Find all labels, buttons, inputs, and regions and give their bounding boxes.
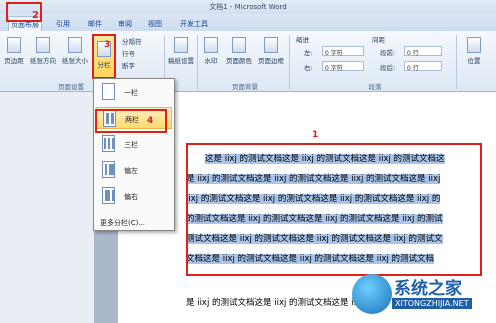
tab-view[interactable]: 视图 (148, 16, 162, 31)
ribbon: 页边距 纸张方向 纸张大小 分栏 3 分隔符 行号 断字 页面设置 稿纸设置 水… (0, 31, 496, 92)
ribbon-separator (456, 35, 457, 89)
columns-label: 分栏 (97, 61, 111, 69)
watermark-name: 系统之家 (394, 279, 462, 299)
indent-title: 缩进 (296, 36, 309, 44)
annotation-box-two-columns (95, 109, 167, 133)
columns-three-option[interactable]: 三栏 (96, 133, 172, 155)
hyphenation-button[interactable]: 断字 (122, 60, 135, 70)
position-label: 位置 (467, 57, 481, 65)
ribbon-tab-row: 页面布局 引用 邮件 审阅 视图 开发工具 (0, 14, 496, 31)
size-label: 纸张大小 (62, 57, 88, 65)
annotation-number-1: 1 (312, 130, 319, 140)
columns-one-option[interactable]: 一栏 (96, 81, 172, 103)
ribbon-separator (197, 35, 198, 89)
page-color-button[interactable]: 页面颜色 (224, 37, 254, 65)
size-icon (68, 37, 82, 53)
manuscript-label: 稿纸设置 (168, 57, 194, 65)
columns-right-option[interactable]: 偏右 (96, 185, 172, 207)
columns-left-option[interactable]: 偏左 (96, 159, 172, 181)
indent-right-label: 右: (304, 64, 313, 72)
annotation-number-3: 3 (104, 40, 111, 50)
left-margin-area (0, 92, 94, 323)
one-column-icon (102, 83, 115, 100)
manuscript-settings-button[interactable]: 稿纸设置 (168, 37, 194, 65)
position-button[interactable]: 位置 (462, 37, 486, 65)
indent-left-field[interactable]: 0 字符 (322, 46, 364, 57)
position-icon (467, 37, 481, 53)
orientation-button[interactable]: 纸张方向 (28, 37, 58, 65)
orientation-icon (36, 37, 50, 53)
page-borders-button[interactable]: 页面边框 (256, 37, 286, 65)
margins-label: 页边距 (4, 57, 24, 65)
watermark-icon (204, 37, 218, 53)
watermark-label: 水印 (204, 57, 218, 65)
line-numbers-button[interactable]: 行号 (122, 48, 135, 58)
margins-button[interactable]: 页边距 (4, 37, 24, 65)
orientation-label: 纸张方向 (30, 57, 56, 65)
spacing-before-label: 段前: (380, 49, 396, 57)
manuscript-icon (174, 37, 188, 53)
tab-references[interactable]: 引用 (56, 16, 70, 31)
three-columns-icon (102, 135, 115, 152)
annotation-number-2: 2 (32, 10, 39, 21)
left-column-icon (102, 161, 115, 178)
spacing-title: 间距 (372, 36, 385, 44)
annotation-number-4: 4 (147, 116, 154, 126)
window-title: 文档1 - Microsoft Word (209, 3, 287, 11)
title-bar: 文档1 - Microsoft Word (0, 0, 496, 14)
doc-line-text: 是 iixj 的测试文档这是 iixj 的测试文档这是 iixj (186, 298, 356, 308)
doc-line: 是 iixj 的测试文档这是 iixj 的测试文档这是 iixj (186, 296, 356, 308)
indent-right-field[interactable]: 0 字符 (322, 61, 364, 72)
ribbon-separator (289, 35, 290, 89)
spacing-after-field[interactable]: 0 行 (404, 61, 442, 72)
page-color-label: 页面颜色 (226, 57, 252, 65)
breaks-button[interactable]: 分隔符 (122, 36, 142, 46)
paragraph-group-label: 段落 (368, 83, 382, 91)
page-borders-icon (264, 37, 278, 53)
tab-mailings[interactable]: 邮件 (88, 16, 102, 31)
columns-dropdown: 一栏 两栏 三栏 偏左 偏右 更多分栏(C)... (93, 78, 175, 231)
right-column-icon (102, 187, 115, 204)
page-color-icon (232, 37, 246, 53)
spacing-before-field[interactable]: 0 行 (404, 46, 442, 57)
spacing-after-label: 段后: (380, 64, 396, 72)
site-watermark: 系统之家 XITONGZHIJIA.NET (352, 270, 492, 316)
size-button[interactable]: 纸张大小 (60, 37, 90, 65)
annotation-box-selection (186, 143, 482, 276)
watermark-logo-icon (352, 274, 392, 314)
option-label: 偏右 (124, 193, 138, 201)
watermark-button[interactable]: 水印 (200, 37, 222, 65)
option-label: 一栏 (124, 89, 138, 97)
margins-icon (7, 37, 21, 53)
indent-left-label: 左: (304, 49, 313, 57)
tab-review[interactable]: 审阅 (118, 16, 132, 31)
tab-developer[interactable]: 开发工具 (180, 16, 208, 31)
page-borders-label: 页面边框 (258, 57, 284, 65)
page-background-group-label: 页面背景 (232, 83, 258, 91)
watermark-url: XITONGZHIJIA.NET (392, 298, 472, 309)
more-columns-option[interactable]: 更多分栏(C)... (100, 218, 145, 228)
option-label: 三栏 (124, 141, 138, 149)
option-label: 偏左 (124, 167, 138, 175)
